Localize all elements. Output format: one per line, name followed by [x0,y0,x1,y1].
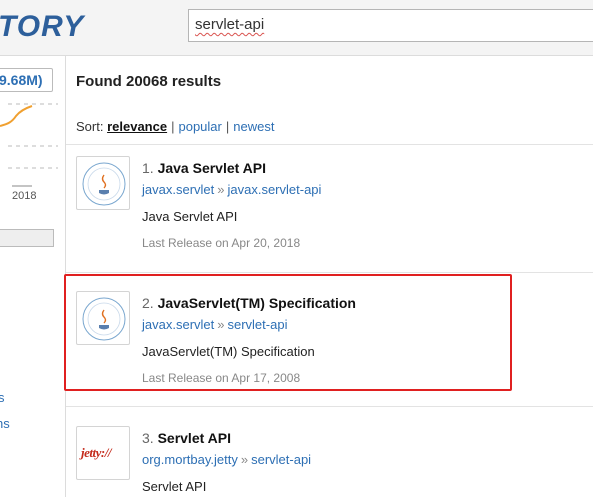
sidebar-button[interactable] [0,229,54,247]
result-coordinates: org.mortbay.jetty» servlet-api [142,452,311,467]
result-title[interactable]: 3. Servlet API [142,430,231,446]
result-title[interactable]: 1. Java Servlet API [142,160,266,176]
result-number: 1. [142,160,154,176]
result-number: 3. [142,430,154,446]
coord-separator: » [240,452,249,467]
project-logo[interactable]: jetty:// [76,426,130,480]
sidebar: 9.68M) 2018 s ns [0,56,66,497]
result-release-date: Last Release on Apr 20, 2018 [142,236,301,250]
artifact-id-link[interactable]: javax.servlet-api [227,182,321,197]
sidebar-link[interactable]: s [0,390,5,405]
growth-chart [0,103,58,187]
sort-popular-link[interactable]: popular [178,119,221,134]
result-name[interactable]: Servlet API [158,430,231,446]
result-item: 1. Java Servlet API javax.servlet» javax.… [76,156,593,266]
indexed-artifacts-stat[interactable]: 9.68M) [0,68,53,92]
coord-separator: » [217,182,225,197]
result-item: jetty:// 3. Servlet API org.mortbay.jett… [76,426,593,497]
sort-newest-link[interactable]: newest [233,119,274,134]
project-logo[interactable] [76,156,130,210]
result-coordinates: javax.servlet» javax.servlet-api [142,182,321,197]
sidebar-link[interactable]: ns [0,416,10,431]
search-input-value: servlet-api [195,16,265,33]
result-description: Java Servlet API [142,209,238,224]
sort-relevance-link[interactable]: relevance [107,119,167,134]
sort-label: Sort: [76,119,104,134]
jetty-logo: jetty:// [81,445,111,460]
result-description: Servlet API [142,479,207,494]
sort-separator: | [225,119,230,134]
site-logo[interactable]: TORY [0,10,84,44]
chart-year-label: 2018 [12,190,37,202]
artifact-id-link[interactable]: servlet-api [251,452,311,467]
result-name[interactable]: Java Servlet API [158,160,266,176]
sort-separator: | [171,119,175,134]
divider [66,272,593,273]
sort-bar: Sort: relevance | popular | newest [76,119,274,134]
chart-line [0,105,33,127]
results-count: Found 20068 results [76,73,222,90]
divider [66,406,593,407]
header: TORY servlet-api [0,0,593,56]
highlight-box [64,274,512,391]
java-community-logo-icon [82,162,126,206]
search-input[interactable]: servlet-api [188,9,593,42]
group-id-link[interactable]: org.mortbay.jetty [142,452,238,467]
divider [66,144,593,145]
group-id-link[interactable]: javax.servlet [142,182,214,197]
